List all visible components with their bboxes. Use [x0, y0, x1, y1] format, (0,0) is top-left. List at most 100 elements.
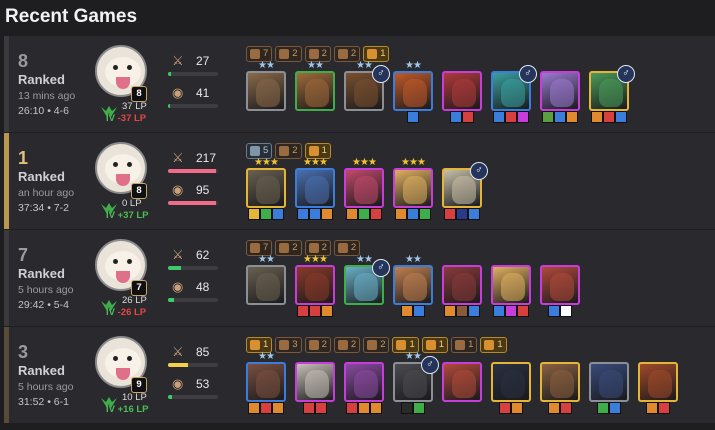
item-icon[interactable]: [560, 305, 572, 317]
champion-unit[interactable]: [589, 362, 629, 414]
champion-unit[interactable]: ★★ ♂: [344, 254, 390, 305]
item-icon[interactable]: [615, 111, 627, 123]
champion-unit[interactable]: ★★: [246, 351, 286, 414]
item-icon[interactable]: [493, 111, 505, 123]
item-icon[interactable]: [401, 305, 413, 317]
champion-unit[interactable]: ★★★: [295, 254, 335, 317]
champion-unit[interactable]: ★★ ♂: [344, 60, 390, 111]
item-icon[interactable]: [597, 402, 609, 414]
item-icon[interactable]: [413, 305, 425, 317]
item-icon[interactable]: [370, 402, 382, 414]
champion-unit[interactable]: [442, 362, 482, 402]
champion-unit[interactable]: [491, 362, 531, 414]
trait-count: 2: [292, 242, 298, 253]
champion-unit[interactable]: [442, 71, 482, 123]
champion-unit[interactable]: ♂: [491, 65, 537, 123]
sword-icon: ⚔: [172, 344, 184, 359]
item-icon[interactable]: [315, 402, 327, 414]
item-icon[interactable]: [517, 111, 529, 123]
trait-badge[interactable]: 2: [363, 337, 390, 353]
item-icon[interactable]: [346, 208, 358, 220]
trait-badge[interactable]: 2: [333, 337, 361, 353]
champion-unit[interactable]: ★★ ♂: [393, 351, 439, 414]
item-icon[interactable]: [511, 402, 523, 414]
item-icon[interactable]: [358, 402, 370, 414]
champion-unit[interactable]: [442, 265, 482, 317]
item-icon[interactable]: [560, 402, 572, 414]
item-icon[interactable]: [321, 208, 333, 220]
item-icon[interactable]: [450, 111, 462, 123]
item-icon[interactable]: [260, 402, 272, 414]
item-icon[interactable]: [407, 208, 419, 220]
champion-unit[interactable]: ★★★: [393, 157, 433, 220]
game-card[interactable]: 7 Ranked 5 hours ago 29:42 • 5-4 7 26 LP IV -2…: [4, 230, 715, 326]
champion-unit[interactable]: [540, 265, 580, 317]
item-icon[interactable]: [517, 305, 529, 317]
champion-unit[interactable]: [540, 362, 580, 414]
item-icon[interactable]: [272, 208, 284, 220]
champion-unit[interactable]: ♂: [442, 162, 488, 220]
item-icon[interactable]: [444, 208, 456, 220]
champion-unit[interactable]: ♂: [589, 65, 635, 123]
game-card[interactable]: 1 Ranked an hour ago 37:34 • 7-2 8 0 LP IV +37…: [4, 133, 715, 229]
item-icon[interactable]: [456, 208, 468, 220]
item-icon[interactable]: [303, 402, 315, 414]
item-icon[interactable]: [272, 402, 284, 414]
champion-unit[interactable]: ★★: [246, 60, 286, 111]
champion-unit[interactable]: ★★★: [344, 157, 384, 220]
item-icon[interactable]: [658, 402, 670, 414]
item-icon[interactable]: [548, 402, 560, 414]
item-icon[interactable]: [346, 402, 358, 414]
item-icon[interactable]: [462, 111, 474, 123]
champion-unit[interactable]: [540, 71, 580, 123]
item-icon[interactable]: [591, 111, 603, 123]
item-icon[interactable]: [297, 305, 309, 317]
item-icon[interactable]: [444, 305, 456, 317]
item-icon[interactable]: [413, 402, 425, 414]
item-icon[interactable]: [548, 305, 560, 317]
trait-badge[interactable]: 2: [304, 337, 331, 353]
item-icon[interactable]: [542, 111, 554, 123]
champion-unit[interactable]: ★★: [393, 254, 433, 317]
item-icon[interactable]: [566, 111, 578, 123]
item-icon[interactable]: [554, 111, 566, 123]
champion-unit[interactable]: [491, 265, 531, 317]
item-icon[interactable]: [646, 402, 658, 414]
item-icon[interactable]: [297, 208, 309, 220]
game-card[interactable]: 8 Ranked 13 mins ago 26:10 • 4-6 8 37 LP IV -3…: [4, 36, 715, 132]
item-icon[interactable]: [395, 208, 407, 220]
item-icon[interactable]: [493, 305, 505, 317]
trait-badge[interactable]: 1: [480, 337, 507, 353]
item-icon[interactable]: [407, 111, 419, 123]
champion-unit[interactable]: [344, 362, 384, 414]
item-icon[interactable]: [499, 402, 511, 414]
item-icon[interactable]: [401, 402, 413, 414]
champion-unit[interactable]: ★★: [393, 60, 433, 123]
champion-unit[interactable]: [638, 362, 678, 414]
item-icon[interactable]: [309, 305, 321, 317]
game-card[interactable]: 3 Ranked 5 hours ago 31:52 • 6-1 9 10 LP IV +1…: [4, 327, 715, 423]
champion-unit[interactable]: ★★: [295, 60, 335, 111]
champion-unit[interactable]: ★★: [246, 254, 286, 305]
champion-unit[interactable]: ★★★: [295, 157, 335, 220]
item-icon[interactable]: [370, 208, 382, 220]
item-icon[interactable]: [456, 305, 468, 317]
item-icon[interactable]: [248, 208, 260, 220]
item-icon[interactable]: [468, 208, 480, 220]
item-icon[interactable]: [609, 402, 621, 414]
item-icon[interactable]: [321, 305, 333, 317]
item-icon[interactable]: [248, 402, 260, 414]
item-icon[interactable]: [358, 208, 370, 220]
item-icon[interactable]: [468, 305, 480, 317]
trait-icon: [279, 146, 290, 156]
item-icon[interactable]: [260, 208, 272, 220]
item-icon[interactable]: [419, 208, 431, 220]
trait-badge[interactable]: 1: [451, 337, 478, 353]
champion-unit[interactable]: ★★★: [246, 157, 286, 220]
item-icon[interactable]: [505, 305, 517, 317]
champion-unit[interactable]: [295, 362, 335, 414]
item-icon[interactable]: [505, 111, 517, 123]
item-icon[interactable]: [309, 208, 321, 220]
item-icon[interactable]: [603, 111, 615, 123]
placement: 7: [18, 245, 29, 265]
